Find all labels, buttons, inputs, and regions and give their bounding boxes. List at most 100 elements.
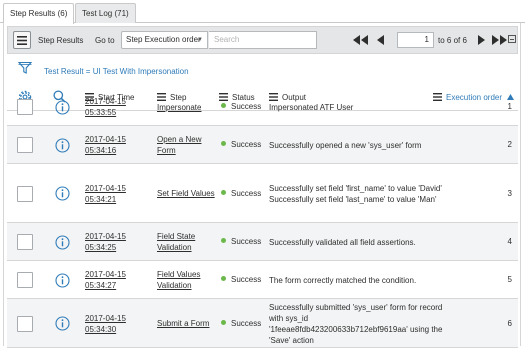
row-checkbox[interactable] xyxy=(17,137,33,153)
goto-field-select[interactable]: Step Execution order ▼ xyxy=(121,31,208,49)
execution-order-value: 5 xyxy=(507,275,512,284)
output-line: Successfully opened a new 'sys_user' for… xyxy=(269,141,422,150)
tab-step-results[interactable]: Step Results (6) xyxy=(3,3,75,24)
next-page-icon[interactable] xyxy=(477,34,487,46)
output-text: Impersonated ATF User xyxy=(269,102,447,113)
row-checkbox[interactable] xyxy=(17,99,33,115)
last-page-icon[interactable] xyxy=(491,34,509,46)
start-clock: 05:34:27 xyxy=(85,281,117,290)
status-badge: Success xyxy=(221,102,261,111)
status-text: Success xyxy=(231,237,262,246)
output-text: The form correctly matched the condition… xyxy=(269,275,447,286)
output-line: Successfully set field 'first_name' to v… xyxy=(269,184,442,193)
execution-order-value: 6 xyxy=(507,318,512,328)
success-dot-icon xyxy=(221,103,226,108)
output-line: Successfully set field 'last_name' to va… xyxy=(269,195,437,204)
start-date: 2017-04-15 xyxy=(85,232,126,241)
start-clock: 05:34:30 xyxy=(85,324,117,334)
row-checkbox[interactable] xyxy=(17,315,33,332)
first-page-icon[interactable] xyxy=(352,34,370,46)
previous-page-icon[interactable] xyxy=(376,34,386,46)
row-checkbox[interactable] xyxy=(17,234,33,250)
list-menu-button[interactable] xyxy=(13,31,31,49)
output-line: The form correctly matched the condition… xyxy=(269,276,417,285)
start-date: 2017-04-15 xyxy=(85,313,126,323)
table-row: 2017-04-15 05:34:21 Set Field Values Succes… xyxy=(7,164,518,223)
table-row: 2017-04-15 05:34:16 Open a New Form Success… xyxy=(7,126,518,164)
start-time-link[interactable]: 2017-04-15 05:34:30 xyxy=(85,313,145,335)
list-title: Step Results xyxy=(38,36,84,45)
step-link[interactable]: Set Field Values xyxy=(157,188,215,199)
list-toolbar: Step Results Go to Step Execution order … xyxy=(7,26,518,54)
row-checkbox[interactable] xyxy=(17,185,33,202)
start-time-link[interactable]: 2017-04-15 05:34:27 xyxy=(85,269,145,291)
execution-order-value: 3 xyxy=(507,188,512,198)
output-text: Successfully set field 'first_name' to v… xyxy=(269,183,447,205)
status-text: Success xyxy=(231,102,262,111)
step-link[interactable]: Open a New Form xyxy=(157,134,215,156)
success-dot-icon xyxy=(221,238,226,243)
info-icon[interactable] xyxy=(55,137,70,153)
status-text: Success xyxy=(231,275,262,284)
goto-field-value: Step Execution order xyxy=(126,35,201,44)
output-line: Impersonated ATF User xyxy=(269,103,354,112)
success-dot-icon xyxy=(221,276,226,281)
status-text: Success xyxy=(231,318,262,328)
start-clock: 05:34:16 xyxy=(85,146,117,155)
table-row: 2017-04-15 05:33:55 Impersonate Success Impe… xyxy=(7,88,518,126)
start-clock: 05:34:25 xyxy=(85,243,117,252)
row-checkbox[interactable] xyxy=(17,272,33,288)
info-icon[interactable] xyxy=(55,234,70,250)
output-line: Successfully validated all field asserti… xyxy=(269,238,416,247)
status-badge: Success xyxy=(221,189,261,198)
table-row: 2017-04-15 05:34:30 Submit a Form Success Su… xyxy=(7,299,518,348)
success-dot-icon xyxy=(221,189,226,195)
start-time-link[interactable]: 2017-04-15 05:34:25 xyxy=(85,231,145,253)
hamburger-icon xyxy=(17,36,27,45)
filter-breadcrumb[interactable]: Test Result = UI Test With Impersonation xyxy=(44,67,189,76)
search-input[interactable]: Search xyxy=(209,31,317,49)
success-dot-icon xyxy=(221,319,226,325)
tab-test-log[interactable]: Test Log (71) xyxy=(75,3,136,23)
filter-icon[interactable] xyxy=(18,61,32,75)
start-date: 2017-04-15 xyxy=(85,135,126,144)
step-link[interactable]: Field Values Validation xyxy=(157,269,215,291)
output-text: Successfully opened a new 'sys_user' for… xyxy=(269,140,447,151)
collapse-icon[interactable] xyxy=(508,35,516,43)
info-icon[interactable] xyxy=(55,99,70,115)
step-results-panel: Step Results Go to Step Execution order … xyxy=(3,23,521,348)
step-link[interactable]: Impersonate xyxy=(157,102,215,113)
start-time-link[interactable]: 2017-04-15 05:33:55 xyxy=(85,96,145,118)
start-clock: 05:34:21 xyxy=(85,194,117,204)
start-date: 2017-04-15 xyxy=(85,270,126,279)
execution-order-value: 4 xyxy=(507,237,512,246)
execution-order-value: 1 xyxy=(507,102,512,111)
tab-bar: Step Results (6) Test Log (71) xyxy=(0,0,525,24)
status-badge: Success xyxy=(221,275,261,284)
status-text: Success xyxy=(231,140,262,149)
info-icon[interactable] xyxy=(55,272,70,288)
page-range-text: to 6 of 6 xyxy=(438,36,467,45)
status-badge: Success xyxy=(221,237,261,246)
page-number-input[interactable]: 1 xyxy=(397,32,434,48)
dropdown-caret-icon: ▼ xyxy=(197,37,203,43)
status-badge: Success xyxy=(221,319,261,328)
status-badge: Success xyxy=(221,140,261,149)
output-text: Successfully submitted 'sys_user' form f… xyxy=(269,302,447,346)
start-time-link[interactable]: 2017-04-15 05:34:16 xyxy=(85,134,145,156)
start-date: 2017-04-15 xyxy=(85,97,126,106)
output-text: Successfully validated all field asserti… xyxy=(269,237,447,248)
execution-order-value: 2 xyxy=(507,140,512,149)
info-icon[interactable] xyxy=(55,186,70,201)
success-dot-icon xyxy=(221,141,226,146)
start-clock: 05:33:55 xyxy=(85,108,117,117)
output-line: Successfully submitted 'sys_user' form f… xyxy=(269,303,443,345)
goto-label: Go to xyxy=(95,36,115,45)
info-icon[interactable] xyxy=(55,316,70,331)
start-time-link[interactable]: 2017-04-15 05:34:21 xyxy=(85,183,145,205)
status-text: Success xyxy=(231,188,262,198)
step-link[interactable]: Field State Validation xyxy=(157,231,215,253)
step-link[interactable]: Submit a Form xyxy=(157,318,215,329)
table-row: 2017-04-15 05:34:25 Field State Validation… xyxy=(7,223,518,261)
table-row: 2017-04-15 05:34:27 Field Values Validatio… xyxy=(7,261,518,299)
